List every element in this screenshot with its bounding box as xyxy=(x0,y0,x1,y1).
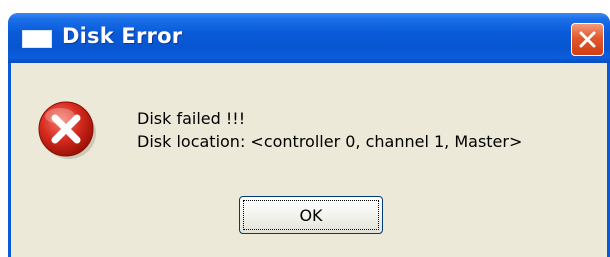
error-icon xyxy=(38,101,96,159)
window-icon xyxy=(22,30,52,48)
message-line-1: Disk failed !!! xyxy=(137,109,246,128)
ok-button-label: OK xyxy=(243,200,379,230)
close-button[interactable] xyxy=(571,23,604,56)
close-icon xyxy=(579,31,596,48)
title-bar[interactable]: Disk Error xyxy=(8,13,610,63)
window-title: Disk Error xyxy=(62,24,183,48)
disk-error-dialog: Disk Error Disk failed !!! Disk location… xyxy=(8,13,610,257)
dialog-body: Disk failed !!! Disk location: <controll… xyxy=(11,63,607,257)
error-message: Disk failed !!! Disk location: <controll… xyxy=(137,107,522,153)
message-line-2: Disk location: <controller 0, channel 1,… xyxy=(137,132,523,151)
ok-button[interactable]: OK xyxy=(239,196,383,234)
